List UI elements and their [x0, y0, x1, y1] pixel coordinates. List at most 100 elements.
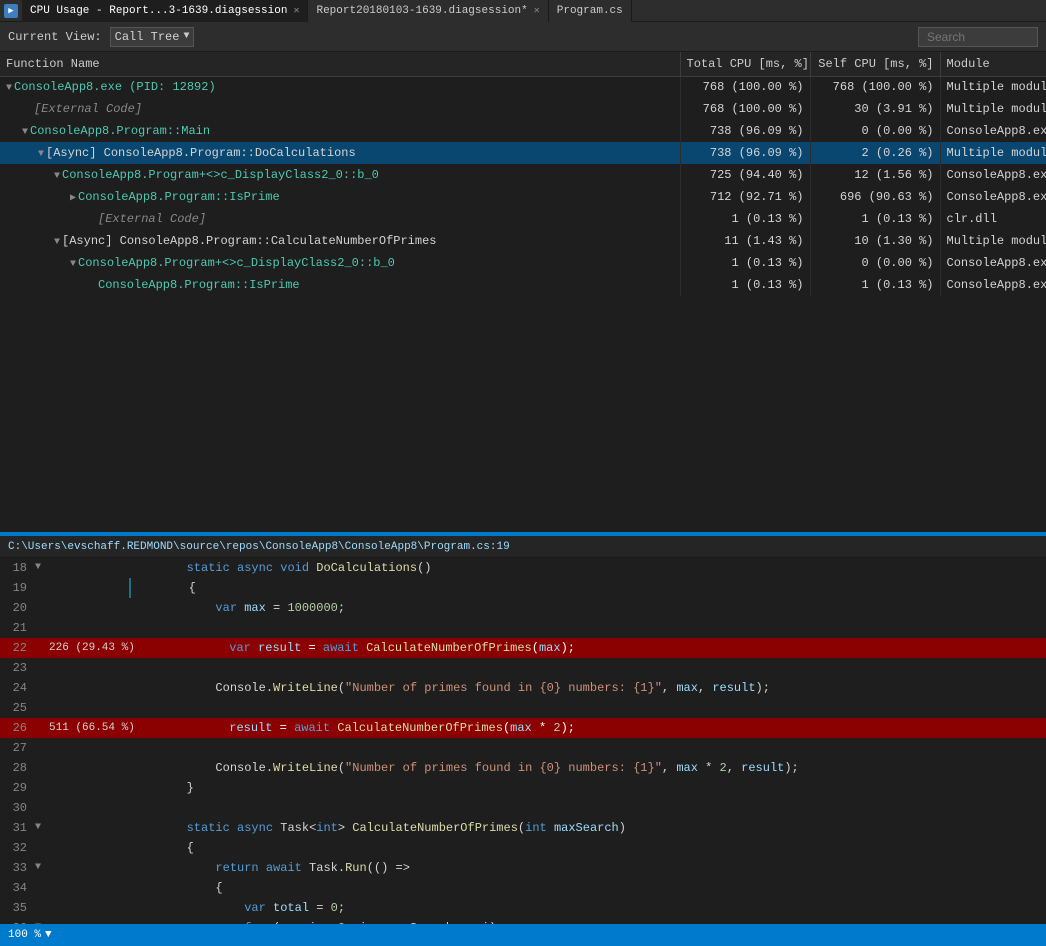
module-cell: Multiple modules — [940, 76, 1046, 98]
self-cpu-cell: 0 (0.00 %) — [810, 252, 940, 274]
tree-toggle-icon[interactable]: ▼ — [22, 127, 28, 138]
code-line: 29 } — [0, 778, 1046, 798]
total-cpu-cell: 768 (100.00 %) — [680, 76, 810, 98]
app-icon: ▶ — [4, 4, 18, 18]
search-input[interactable] — [918, 27, 1038, 47]
function-name: [External Code] — [98, 212, 206, 226]
tree-toggle-icon[interactable]: ▼ — [6, 83, 12, 94]
self-cpu-cell: 2 (0.26 %) — [810, 142, 940, 164]
total-cpu-cell: 1 (0.13 %) — [680, 208, 810, 230]
table-row[interactable]: ConsoleApp8.Program::IsPrime1 (0.13 %)1 … — [0, 274, 1046, 296]
heat-value: 511 (66.54 %) — [49, 718, 143, 738]
function-cell: ▼ConsoleApp8.Program+<>c_DisplayClass2_0… — [0, 252, 680, 274]
line-number: 30 — [0, 798, 35, 818]
tree-toggle-icon[interactable]: ▼ — [70, 259, 76, 270]
tab-report-label: Report20180103-1639.diagsession* — [316, 5, 527, 17]
tab-cpu-label: CPU Usage - Report...3-1639.diagsession — [30, 5, 287, 17]
tab-cpu-usage[interactable]: CPU Usage - Report...3-1639.diagsession … — [22, 0, 308, 22]
code-line: 26 511 (66.54 %) result = await Calculate… — [0, 718, 1046, 738]
line-number: 26 — [0, 718, 35, 738]
total-cpu-cell: 712 (92.71 %) — [680, 186, 810, 208]
total-cpu-cell: 1 (0.13 %) — [680, 252, 810, 274]
filepath-bar: C:\Users\evschaff.REDMOND\source\repos\C… — [0, 536, 1046, 558]
col-header-module[interactable]: Module — [940, 52, 1046, 76]
table-row[interactable]: ▶ConsoleApp8.Program::IsPrime712 (92.71 … — [0, 186, 1046, 208]
function-name: [Async] ConsoleApp8.Program::DoCalculati… — [46, 146, 356, 160]
module-cell: Multiple modules — [940, 98, 1046, 120]
tree-toggle-icon[interactable]: ▼ — [54, 171, 60, 182]
table-row[interactable]: ▼ConsoleApp8.Program+<>c_DisplayClass2_0… — [0, 164, 1046, 186]
view-dropdown[interactable]: Call Tree ▼ — [110, 27, 195, 47]
source-code: result = await CalculateNumberOfPrimes(m… — [143, 718, 1046, 738]
source-code: return await Task.Run(() => — [129, 858, 1046, 878]
call-tree-panel: Function Name Total CPU [ms, %] ▼ Self C… — [0, 52, 1046, 532]
code-line: 24 Console.WriteLine("Number of primes f… — [0, 678, 1046, 698]
col-header-total[interactable]: Total CPU [ms, %] ▼ — [680, 52, 810, 76]
code-line: 34 { — [0, 878, 1046, 898]
module-cell: ConsoleApp8.exe — [940, 120, 1046, 142]
function-cell: ConsoleApp8.Program::IsPrime — [0, 274, 680, 296]
source-code: static async Task<int> CalculateNumberOf… — [129, 818, 1046, 838]
table-row[interactable]: ▼ConsoleApp8.Program+<>c_DisplayClass2_0… — [0, 252, 1046, 274]
table-row[interactable]: [External Code]1 (0.13 %)1 (0.13 %)clr.d… — [0, 208, 1046, 230]
line-number: 19 — [0, 578, 35, 598]
chevron-down-icon: ▼ — [183, 31, 189, 42]
table-row[interactable]: ▼ConsoleApp8.Program::Main738 (96.09 %)0… — [0, 120, 1046, 142]
code-line: 21 — [0, 618, 1046, 638]
function-name: [Async] ConsoleApp8.Program::CalculateNu… — [62, 234, 436, 248]
table-row[interactable]: ▼ConsoleApp8.exe (PID: 12892) 768 (100.00… — [0, 76, 1046, 98]
code-line: 25 — [0, 698, 1046, 718]
table-row[interactable]: ▼[Async] ConsoleApp8.Program::CalculateN… — [0, 230, 1046, 252]
line-number: 32 — [0, 838, 35, 858]
tab-report-close[interactable]: ✕ — [534, 5, 540, 17]
source-code: } — [129, 778, 1046, 798]
self-cpu-cell: 0 (0.00 %) — [810, 120, 940, 142]
collapse-icon[interactable]: ▼ — [35, 858, 49, 878]
source-code: var max = 1000000; — [129, 598, 1046, 618]
col-header-function[interactable]: Function Name — [0, 52, 680, 76]
module-cell: clr.dll — [940, 208, 1046, 230]
line-number: 23 — [0, 658, 35, 678]
function-name: ConsoleApp8.exe (PID: 12892) — [14, 80, 216, 94]
source-code: Console.WriteLine("Number of primes foun… — [129, 758, 1046, 778]
source-code: Console.WriteLine("Number of primes foun… — [129, 678, 1046, 698]
filepath-text: C:\Users\evschaff.REDMOND\source\repos\C… — [8, 541, 510, 553]
tab-report[interactable]: Report20180103-1639.diagsession* ✕ — [308, 0, 548, 22]
zoom-dropdown-icon[interactable]: ▼ — [45, 929, 52, 941]
collapse-icon[interactable]: ▼ — [35, 818, 49, 838]
table-row[interactable]: [External Code]768 (100.00 %)30 (3.91 %)… — [0, 98, 1046, 120]
zoom-value: 100 % — [8, 929, 41, 941]
tab-program[interactable]: Program.cs — [549, 0, 632, 22]
tree-toggle-icon[interactable]: ▼ — [54, 237, 60, 248]
source-code: { — [129, 578, 1046, 598]
self-cpu-cell: 1 (0.13 %) — [810, 274, 940, 296]
module-cell: ConsoleApp8.exe — [940, 186, 1046, 208]
zoom-control[interactable]: 100 % ▼ — [8, 929, 52, 941]
tab-program-label: Program.cs — [557, 5, 623, 17]
collapse-icon[interactable]: ▼ — [35, 558, 49, 578]
code-line: 32 { — [0, 838, 1046, 858]
line-number: 21 — [0, 618, 35, 638]
function-name: ConsoleApp8.Program::Main — [30, 124, 210, 138]
tree-toggle-icon[interactable]: ▶ — [70, 193, 76, 204]
function-name: ConsoleApp8.Program+<>c_DisplayClass2_0:… — [62, 168, 379, 182]
function-cell: ▼[Async] ConsoleApp8.Program::DoCalculat… — [0, 142, 680, 164]
tab-cpu-close[interactable]: ✕ — [293, 5, 299, 17]
function-name: [External Code] — [34, 102, 142, 116]
toolbar: Current View: Call Tree ▼ — [0, 22, 1046, 52]
line-number: 28 — [0, 758, 35, 778]
tree-toggle-icon[interactable]: ▼ — [38, 149, 44, 160]
code-line: 20 var max = 1000000; — [0, 598, 1046, 618]
line-number: 35 — [0, 898, 35, 918]
col-header-self[interactable]: Self CPU [ms, %] — [810, 52, 940, 76]
line-number: 27 — [0, 738, 35, 758]
code-content: 18▼ static async void DoCalculations()19… — [0, 558, 1046, 946]
function-cell: ▼[Async] ConsoleApp8.Program::CalculateN… — [0, 230, 680, 252]
code-line: 28 Console.WriteLine("Number of primes f… — [0, 758, 1046, 778]
line-number: 33 — [0, 858, 35, 878]
self-cpu-cell: 696 (90.63 %) — [810, 186, 940, 208]
module-cell: Multiple modules — [940, 230, 1046, 252]
line-number: 34 — [0, 878, 35, 898]
code-line: 35 var total = 0; — [0, 898, 1046, 918]
table-row[interactable]: ▼[Async] ConsoleApp8.Program::DoCalculat… — [0, 142, 1046, 164]
